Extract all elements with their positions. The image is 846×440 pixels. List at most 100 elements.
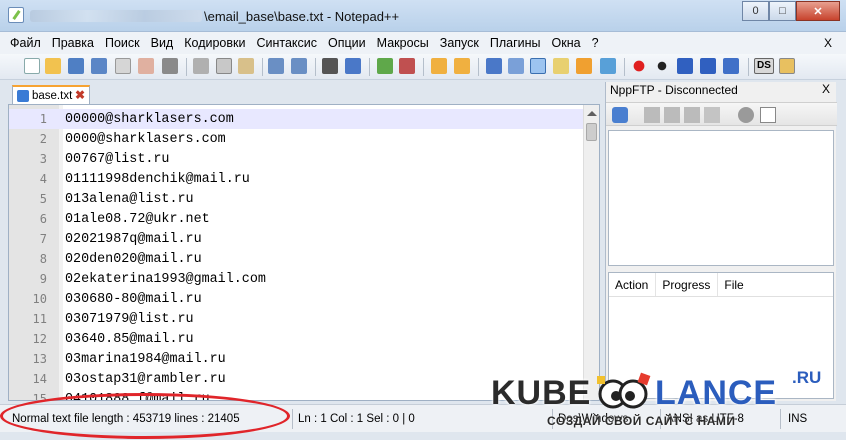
message-window-icon[interactable] [760,107,776,123]
menu-plugins[interactable]: Плагины [490,36,541,50]
editor-line[interactable]: 2 0000@sharklasers.com [9,129,587,149]
scroll-up-icon[interactable] [587,111,597,116]
download-icon[interactable] [644,107,660,123]
function-list-icon[interactable] [576,58,592,74]
line-text: 03071979@list.ru [65,312,194,327]
maximize-button[interactable]: □ [769,1,796,21]
zoom-in-icon[interactable] [377,58,393,74]
ds-plugin-icon[interactable]: DS [754,58,774,74]
menu-edit[interactable]: Правка [52,36,94,50]
sync-vertical-icon[interactable] [431,58,447,74]
find-icon[interactable] [322,58,338,74]
show-all-chars-icon[interactable] [508,58,524,74]
editor-area[interactable]: 1 00000@sharklasers.com 2 0000@sharklasers… [8,104,600,401]
refresh-icon[interactable] [684,107,700,123]
line-number: 3 [39,152,47,166]
editor-line[interactable]: 4 01111998denchik@mail.ru [9,169,587,189]
document-map-icon[interactable] [553,58,569,74]
tab-label: base.txt [32,89,73,102]
stop-macro-icon[interactable] [654,58,670,74]
editor-line[interactable]: 10 030680-80@mail.ru [9,289,587,309]
window-title: \email_base\base.txt - Notepad++ [204,9,400,24]
close-all-icon[interactable] [138,58,154,74]
close-button[interactable]: ✕ [796,1,840,21]
scroll-thumb[interactable] [586,123,597,141]
ftp-panel-title: NppFTP - Disconnected [610,83,738,97]
queue-column-file[interactable]: File [718,273,750,296]
menu-macros[interactable]: Макросы [377,36,429,50]
editor-line[interactable]: 11 03071979@list.ru [9,309,587,329]
connect-icon[interactable] [612,107,628,123]
zoom-out-icon[interactable] [399,58,415,74]
abort-icon[interactable] [704,107,720,123]
word-wrap-icon[interactable] [486,58,502,74]
play-macro-icon[interactable] [677,58,693,74]
editor-line[interactable]: 8 020den020@mail.ru [9,249,587,269]
settings-gear-icon[interactable] [738,107,754,123]
editor-line[interactable]: 1 00000@sharklasers.com [9,109,587,129]
close-document-x[interactable]: X [824,36,832,50]
replace-icon[interactable] [345,58,361,74]
vertical-scrollbar[interactable] [583,105,599,400]
status-insert-mode: INS [788,413,808,425]
editor-line[interactable]: 12 03640.85@mail.ru [9,329,587,349]
folder-workspace-icon[interactable] [600,58,616,74]
line-text: 020den020@mail.ru [65,252,202,267]
queue-column-progress[interactable]: Progress [656,273,719,296]
menu-run[interactable]: Запуск [440,36,479,50]
undo-icon[interactable] [268,58,284,74]
print-icon[interactable] [162,58,178,74]
ftp-plugin-icon[interactable] [779,58,795,74]
status-encoding: ANSI as UTF-8 [666,413,744,425]
menu-syntax[interactable]: Синтаксис [256,36,317,50]
tab-base-txt[interactable]: base.txt ✖ [12,85,90,104]
menu-help[interactable]: ? [592,36,599,50]
line-text: 030680-80@mail.ru [65,292,202,307]
menu-file[interactable]: Файл [10,36,41,50]
redo-icon[interactable] [291,58,307,74]
title-bar: \email_base\base.txt - Notepad++ 0 □ ✕ [0,0,846,32]
new-file-icon[interactable] [24,58,40,74]
save-macro-icon[interactable] [723,58,739,74]
menu-search[interactable]: Поиск [105,36,140,50]
ftp-file-tree[interactable] [608,130,834,266]
copy-icon[interactable] [216,58,232,74]
ftp-close-button[interactable]: X [822,82,830,96]
ftp-transfer-queue[interactable]: Action Progress File [608,272,834,399]
sync-horizontal-icon[interactable] [454,58,470,74]
upload-icon[interactable] [664,107,680,123]
save-all-icon[interactable] [91,58,107,74]
editor-line[interactable]: 14 03ostap31@rambler.ru [9,369,587,389]
line-text: 03ostap31@rambler.ru [65,372,226,387]
line-number: 7 [39,232,47,246]
editor-line[interactable]: 7 02021987q@mail.ru [9,229,587,249]
window-controls: 0 □ ✕ [742,1,840,21]
run-macro-multiple-icon[interactable] [700,58,716,74]
editor-line[interactable]: 3 00767@list.ru [9,149,587,169]
indent-guide-icon[interactable] [530,58,546,74]
annotation-ellipse [0,393,290,439]
editor-lines: 1 00000@sharklasers.com 2 0000@sharklasers… [9,109,587,400]
line-text: 01ale08.72@ukr.net [65,212,210,227]
queue-column-action[interactable]: Action [609,273,657,296]
editor-line[interactable]: 13 03marina1984@mail.ru [9,349,587,369]
editor-line[interactable]: 9 02ekaterina1993@gmail.com [9,269,587,289]
tab-close-icon[interactable]: ✖ [75,88,85,102]
line-number: 14 [32,372,47,386]
editor-line[interactable]: 5 013alena@list.ru [9,189,587,209]
save-icon[interactable] [68,58,84,74]
menu-options[interactable]: Опции [328,36,366,50]
menu-encoding[interactable]: Кодировки [184,36,245,50]
record-macro-icon[interactable] [631,58,647,74]
cut-icon[interactable] [193,58,209,74]
minimize-button[interactable]: 0 [742,1,769,21]
line-number: 12 [32,332,47,346]
line-text: 02021987q@mail.ru [65,232,202,247]
editor-line[interactable]: 6 01ale08.72@ukr.net [9,209,587,229]
paste-icon[interactable] [238,58,254,74]
open-file-icon[interactable] [45,58,61,74]
line-text: 013alena@list.ru [65,192,194,207]
close-file-icon[interactable] [115,58,131,74]
menu-view[interactable]: Вид [151,36,174,50]
menu-windows[interactable]: Окна [552,36,581,50]
